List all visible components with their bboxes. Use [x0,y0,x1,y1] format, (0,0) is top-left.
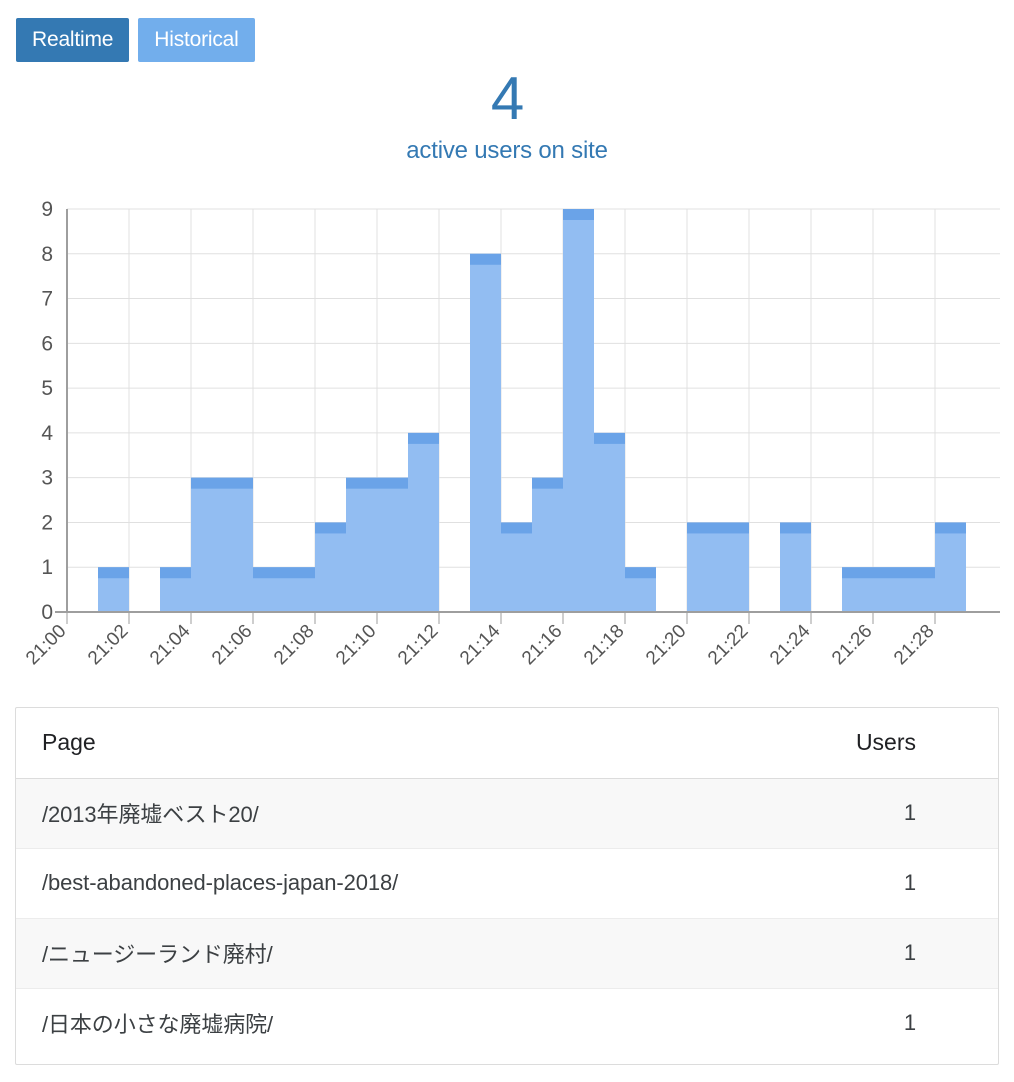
bar-top-cap [532,478,563,489]
bar-top-cap [780,522,811,533]
top-pages-table: Page Users /2013年廃墟ベスト20/1/best-abandone… [16,708,998,1058]
tab-historical[interactable]: Historical [138,18,254,62]
bar-top-cap [284,567,315,578]
x-tick-label: 21:00 [22,621,70,669]
table-header-row: Page Users [16,708,998,778]
x-tick-label: 21:14 [456,620,505,669]
y-tick-label: 9 [41,198,53,221]
y-tick-label: 8 [41,243,53,266]
bar-top-cap [563,209,594,220]
tab-realtime[interactable]: Realtime [16,18,129,62]
x-tick-label: 21:18 [580,621,628,669]
active-users-bar-chart: 0 1 2 3 4 5 6 7 8 9 21:00 21:02 21:04 21:06 21:08 21:10… [0,190,1014,690]
bar-top-cap [191,478,222,489]
bar-top-cap [594,433,625,444]
y-tick-label: 7 [41,288,53,311]
bar-top-cap [253,567,284,578]
y-tick-label: 4 [41,422,53,445]
bar[interactable] [315,522,346,612]
active-users-counter: 4 active users on site [0,68,1014,165]
table-row[interactable]: /ニュージーランド廃村/1 [16,918,998,988]
y-tick-labels: 0 1 2 3 4 5 6 7 8 9 [41,198,53,624]
cell-users: 1 [808,848,998,918]
table-row[interactable]: /best-abandoned-places-japan-2018/1 [16,848,998,918]
x-tick-label: 21:04 [146,620,195,669]
x-tick-label: 21:26 [828,621,876,669]
y-tick-label: 5 [41,377,53,400]
y-tick-label: 0 [41,601,53,624]
x-tick-label: 21:10 [332,621,380,669]
bar-top-cap [160,567,191,578]
table-head: Page Users [16,708,998,778]
bar[interactable] [470,254,501,612]
bar[interactable] [718,522,749,612]
y-tick-label: 3 [41,467,53,490]
cell-users: 1 [808,918,998,988]
bar-top-cap [935,522,966,533]
column-header-page[interactable]: Page [16,708,808,778]
x-tick-label: 21:06 [208,621,256,669]
x-tick-label: 21:20 [642,621,690,669]
bar[interactable] [408,433,439,612]
bar[interactable] [346,478,377,612]
x-tick-label: 21:02 [84,621,132,669]
bar-top-cap [222,478,253,489]
bar-top-cap [315,522,346,533]
bar-top-cap [98,567,129,578]
table-body: /2013年廃墟ベスト20/1/best-abandoned-places-ja… [16,778,998,1058]
x-tick-label: 21:12 [394,621,442,669]
bar-top-cap [408,433,439,444]
cell-users: 1 [808,778,998,848]
x-tick-label: 21:28 [890,621,938,669]
bar-top-cap [346,478,377,489]
chart-svg: 0 1 2 3 4 5 6 7 8 9 21:00 21:02 21:04 21:06 21:08 21:10… [0,190,1014,690]
cell-page: /ニュージーランド廃村/ [16,918,808,988]
cell-page: /best-abandoned-places-japan-2018/ [16,848,808,918]
x-tick-label: 21:22 [704,621,752,669]
bar[interactable] [532,478,563,612]
cell-page: /日本の小さな廃墟病院/ [16,988,808,1058]
y-tick-label: 2 [41,511,53,534]
x-tick-labels: 21:00 21:02 21:04 21:06 21:08 21:10 21:12 21:14… [22,620,938,669]
column-header-users[interactable]: Users [808,708,998,778]
x-tick-label: 21:24 [766,620,815,669]
bar[interactable] [594,433,625,612]
table-row[interactable]: /日本の小さな廃墟病院/1 [16,988,998,1058]
bar[interactable] [935,522,966,612]
bar-top-cap [625,567,656,578]
bar[interactable] [563,209,594,612]
active-users-label: active users on site [0,137,1014,165]
y-tick-label: 1 [41,556,53,579]
cell-users: 1 [808,988,998,1058]
bars [98,209,966,612]
bar-top-cap [873,567,904,578]
bar-top-cap [904,567,935,578]
y-tick-label: 6 [41,332,53,355]
bar[interactable] [377,478,408,612]
bar-top-cap [687,522,718,533]
view-mode-tabs: Realtime Historical [16,18,255,62]
bar-top-cap [470,254,501,265]
bar[interactable] [501,522,532,612]
top-pages-card: Page Users /2013年廃墟ベスト20/1/best-abandone… [15,707,999,1065]
realtime-analytics-page: Realtime Historical 4 active users on si… [0,0,1014,1082]
bar-top-cap [377,478,408,489]
bar[interactable] [222,478,253,612]
bar-top-cap [501,522,532,533]
x-tick-label: 21:16 [518,621,566,669]
table-row[interactable]: /2013年廃墟ベスト20/1 [16,778,998,848]
x-tick-label: 21:08 [270,621,318,669]
bar-top-cap [718,522,749,533]
active-users-value: 4 [0,68,1014,130]
cell-page: /2013年廃墟ベスト20/ [16,778,808,848]
bar[interactable] [780,522,811,612]
bar[interactable] [687,522,718,612]
bar-top-cap [842,567,873,578]
bar[interactable] [191,478,222,612]
